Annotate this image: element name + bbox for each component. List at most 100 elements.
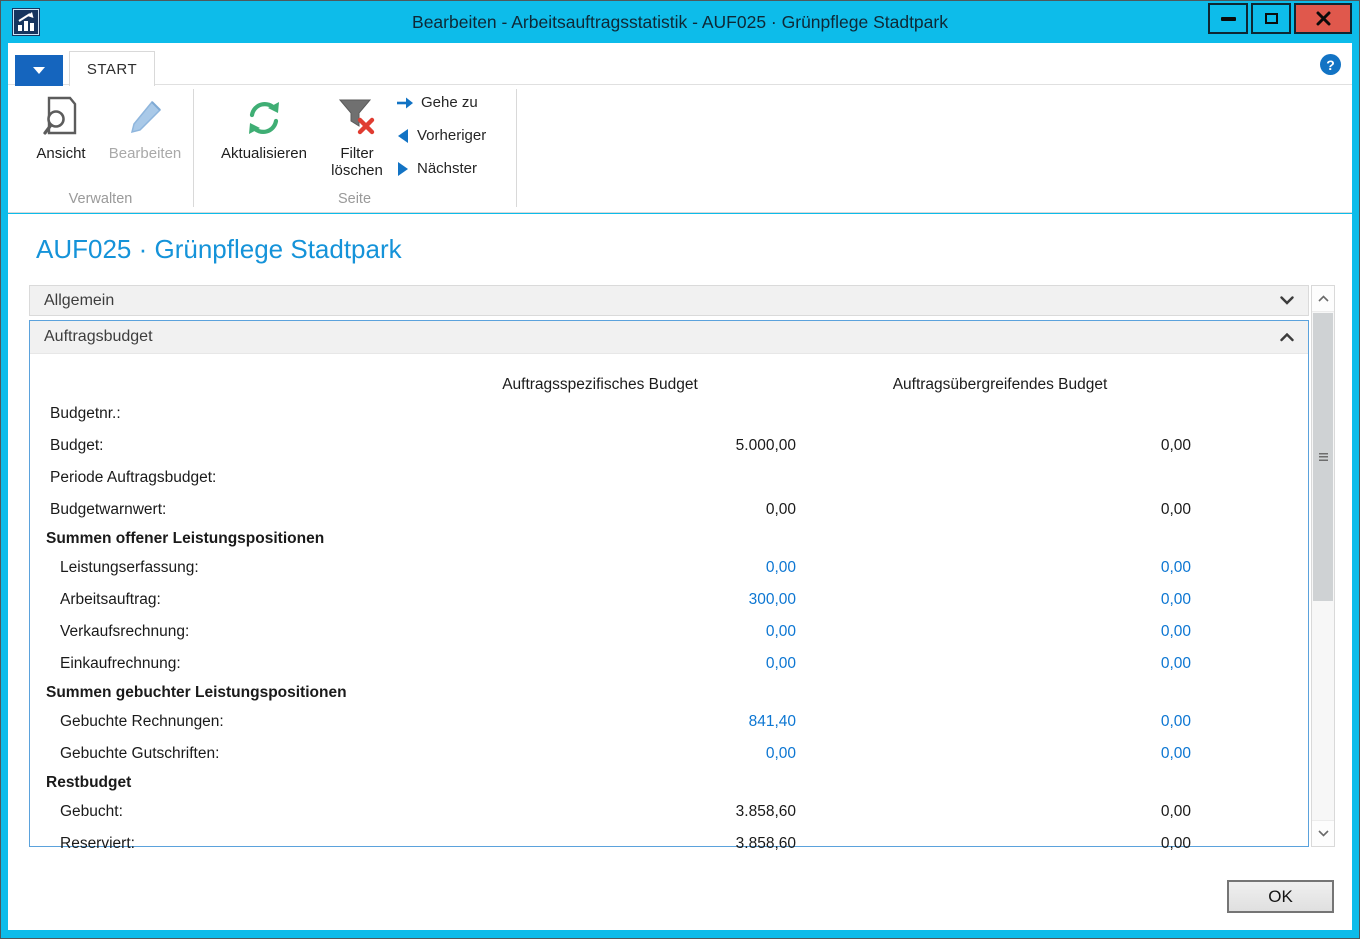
value-auftragsspezifisch[interactable]: 0,00: [470, 745, 796, 763]
bearbeiten-label: Bearbeiten: [100, 145, 190, 162]
value-auftragsuebergreifend[interactable]: 0,00: [870, 713, 1191, 731]
fasttab-auftragsbudget-label: Auftragsbudget: [44, 328, 153, 346]
table-field-row: Leistungserfassung: 0,00 0,00: [30, 552, 1308, 584]
triangle-left-icon: [396, 128, 410, 144]
filter-loeschen-label: Filter löschen: [322, 145, 392, 179]
table-field-row: Gebuchte Gutschriften: 0,00 0,00: [30, 738, 1308, 770]
value-auftragsspezifisch[interactable]: 0,00: [470, 623, 796, 641]
app-window: Bearbeiten - Arbeitsauftragsstatistik - …: [0, 0, 1360, 939]
help-icon[interactable]: ?: [1320, 54, 1341, 75]
table-section-row: Summen gebuchter Leistungspositionen: [30, 680, 1308, 706]
value-auftragsspezifisch[interactable]: 841,40: [470, 713, 796, 731]
row-label: Reserviert:: [30, 835, 135, 853]
table-field-row: Einkaufrechnung: 0,00 0,00: [30, 648, 1308, 680]
page-navigation-buttons: Gehe zu Vorheriger Nächster: [396, 89, 486, 188]
chevron-down-icon: [1318, 830, 1329, 837]
row-label: Budgetwarnwert:: [30, 501, 166, 519]
row-label: Gebuchte Rechnungen:: [30, 713, 224, 731]
minimize-button[interactable]: [1208, 3, 1248, 34]
group-label-verwalten: Verwalten: [8, 191, 193, 207]
scroll-down-button[interactable]: [1312, 820, 1334, 846]
maximize-button[interactable]: [1251, 3, 1291, 34]
value-auftragsuebergreifend[interactable]: 0,00: [870, 623, 1191, 641]
bearbeiten-button: Bearbeiten: [100, 91, 190, 162]
row-label: Verkaufsrechnung:: [30, 623, 189, 641]
document-search-icon: [24, 91, 98, 145]
close-icon: [1316, 11, 1331, 26]
table-field-row: Reserviert: 3.858,60 0,00: [30, 828, 1308, 860]
table-field-row: Budget: 5.000,00 0,00: [30, 430, 1308, 462]
group-divider: [516, 89, 517, 207]
value-auftragsuebergreifend: 0,00: [870, 803, 1191, 821]
clear-filter-icon: [322, 91, 392, 145]
triangle-right-icon: [396, 161, 410, 177]
row-label: Periode Auftragsbudget:: [30, 469, 216, 487]
aktualisieren-label: Aktualisieren: [208, 145, 320, 162]
value-auftragsuebergreifend[interactable]: 0,00: [870, 559, 1191, 577]
window-controls: [1208, 3, 1352, 34]
arrow-right-icon: [396, 96, 414, 110]
ok-button[interactable]: OK: [1227, 880, 1334, 913]
table-field-row: Periode Auftragsbudget:: [30, 462, 1308, 494]
chevron-down-icon: [33, 67, 45, 74]
vertical-scrollbar[interactable]: [1311, 285, 1335, 847]
window-title: Bearbeiten - Arbeitsauftragsstatistik - …: [1, 1, 1359, 43]
table-field-row: Gebucht:3.858,600,00: [30, 796, 1308, 828]
scrollbar-thumb[interactable]: [1313, 313, 1333, 601]
value-auftragsuebergreifend[interactable]: 0,00: [870, 655, 1191, 673]
page-content: AUF025 · Grünpflege Stadtpark Allgemein …: [8, 214, 1352, 930]
scroll-up-button[interactable]: [1312, 286, 1334, 312]
ribbon-body: Ansicht Bearbeiten Verwalten: [8, 85, 1352, 213]
value-auftragsuebergreifend: 0,00: [870, 437, 1191, 455]
pencil-icon: [100, 91, 190, 145]
value-auftragsuebergreifend: 0,00: [870, 835, 1191, 853]
filter-loeschen-button[interactable]: Filter löschen: [322, 91, 392, 179]
table-section-row: Restbudget: [30, 770, 1308, 796]
close-button[interactable]: [1294, 3, 1352, 34]
chevron-down-icon: [1280, 296, 1294, 305]
value-auftragsuebergreifend[interactable]: 0,00: [870, 591, 1191, 609]
minimize-icon: [1221, 17, 1236, 21]
gehe-zu-button[interactable]: Gehe zu: [396, 89, 486, 116]
budget-table-rows: Budgetnr.: Budget: 5.000,00 0,00 Periode Auf…: [30, 398, 1308, 860]
value-auftragsspezifisch: 3.858,60: [470, 835, 796, 853]
table-field-row: Arbeitsauftrag:300,000,00: [30, 584, 1308, 616]
budget-table: Auftragsspezifisches Budget Auftragsüber…: [30, 354, 1308, 847]
naechster-button[interactable]: Nächster: [396, 155, 486, 182]
scrollbar-grip-icon: [1319, 453, 1328, 461]
value-auftragsuebergreifend: 0,00: [870, 501, 1191, 519]
value-auftragsspezifisch[interactable]: 300,00: [470, 591, 796, 609]
application-menu-button[interactable]: [15, 55, 63, 86]
row-label: Gebucht:: [30, 803, 123, 821]
row-label: Restbudget: [30, 774, 131, 792]
table-field-row: Budgetnr.:: [30, 398, 1308, 430]
ribbon-tabstrip: START ?: [8, 43, 1352, 85]
table-field-row: Verkaufsrechnung: 0,00 0,00: [30, 616, 1308, 648]
value-auftragsspezifisch[interactable]: 0,00: [470, 559, 796, 577]
table-section-row: Summen offener Leistungspositionen: [30, 526, 1308, 552]
fasttab-allgemein-label: Allgemein: [44, 292, 114, 310]
budget-table-headers: Auftragsspezifisches Budget Auftragsüber…: [30, 376, 1308, 398]
value-auftragsspezifisch: 5.000,00: [470, 437, 796, 455]
vorheriger-button[interactable]: Vorheriger: [396, 122, 486, 149]
chevron-up-icon: [1318, 295, 1329, 302]
maximize-icon: [1265, 13, 1278, 24]
fasttab-auftragsbudget[interactable]: Auftragsbudget: [30, 321, 1308, 354]
value-auftragsuebergreifend[interactable]: 0,00: [870, 745, 1191, 763]
ribbon: START ? Ansicht: [8, 43, 1352, 213]
row-label: Budget:: [30, 437, 103, 455]
row-label: Gebuchte Gutschriften:: [30, 745, 219, 763]
value-auftragsspezifisch[interactable]: 0,00: [470, 655, 796, 673]
titlebar: Bearbeiten - Arbeitsauftragsstatistik - …: [1, 1, 1359, 43]
row-label: Budgetnr.:: [30, 405, 121, 423]
fasttab-allgemein[interactable]: Allgemein: [29, 285, 1309, 316]
table-field-row: Budgetwarnwert:0,000,00: [30, 494, 1308, 526]
row-label: Leistungserfassung:: [30, 559, 199, 577]
naechster-label: Nächster: [417, 160, 477, 177]
column-header-auftragsuebergreifend: Auftragsübergreifendes Budget: [730, 376, 1270, 394]
refresh-icon: [208, 91, 320, 145]
row-label: Einkaufrechnung:: [30, 655, 181, 673]
ansicht-button[interactable]: Ansicht: [24, 91, 98, 162]
aktualisieren-button[interactable]: Aktualisieren: [208, 91, 320, 162]
tab-start[interactable]: START: [69, 51, 155, 86]
